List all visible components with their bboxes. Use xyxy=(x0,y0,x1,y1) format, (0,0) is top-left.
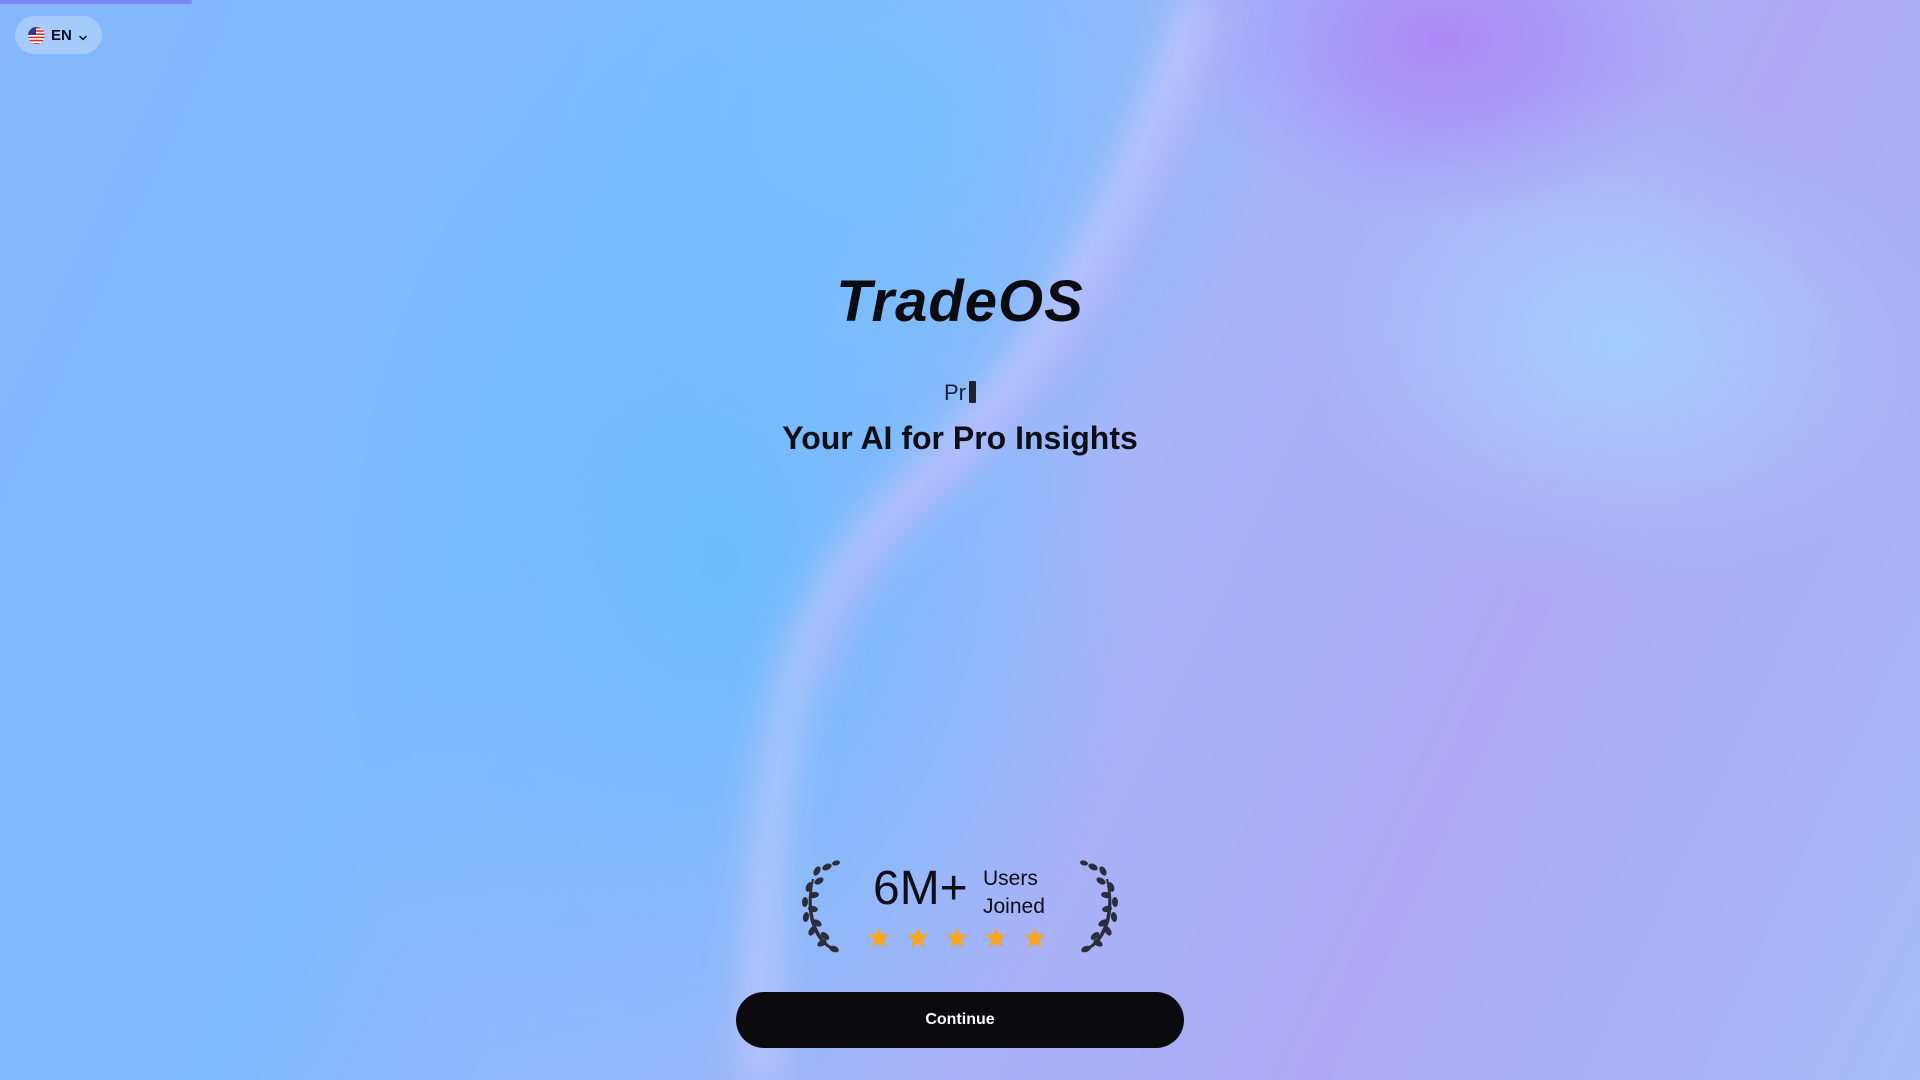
language-selector[interactable]: EN xyxy=(15,16,102,54)
us-flag-icon xyxy=(28,26,45,44)
typing-cursor xyxy=(969,381,976,403)
users-label-line2: Joined xyxy=(983,895,1045,918)
typing-animation-text: Pr xyxy=(0,380,1920,406)
star-icon xyxy=(983,925,1009,951)
users-count: 6M+ xyxy=(873,862,968,915)
hero-tagline: Your AI for Pro Insights xyxy=(782,420,1138,456)
page-loading-progress-bar xyxy=(0,0,192,4)
users-label-line1: Users xyxy=(983,867,1038,890)
laurel-wreath-icon xyxy=(801,860,840,953)
star-icon xyxy=(944,925,970,951)
rating-stars xyxy=(866,925,1048,951)
onboarding-page: EN TradeOS Pr Your AI for Pro Insights 6… xyxy=(0,0,1920,1080)
continue-button[interactable]: Continue xyxy=(736,992,1184,1048)
star-icon xyxy=(866,925,892,951)
laurel-wreath-icon xyxy=(1080,860,1119,953)
typing-text: Pr xyxy=(944,380,966,405)
star-icon xyxy=(905,925,931,951)
users-joined-label: Users Joined xyxy=(983,865,1045,921)
language-label: EN xyxy=(51,26,72,44)
chevron-down-icon xyxy=(78,30,88,41)
social-proof-badge: 6M+ Users Joined xyxy=(800,855,1120,955)
brand-logo: TradeOS xyxy=(836,269,1084,334)
star-icon xyxy=(1022,925,1048,951)
